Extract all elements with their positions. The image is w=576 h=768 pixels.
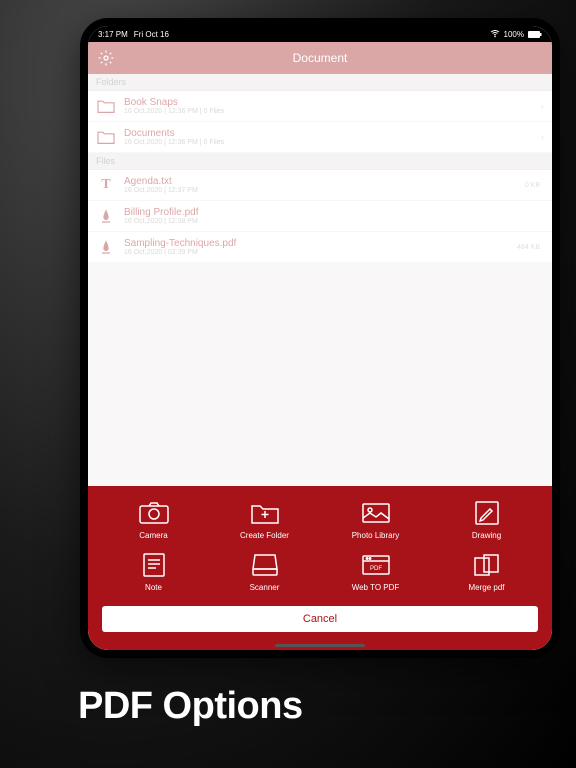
- file-row[interactable]: Sampling-Techniques.pdf 16 Oct,2020 | 02…: [88, 232, 552, 263]
- text-file-icon: T: [96, 175, 116, 195]
- chevron-right-icon: ›: [541, 132, 544, 143]
- action-label: Scanner: [250, 583, 280, 592]
- pencil-icon: [471, 500, 503, 526]
- action-label: Drawing: [472, 531, 501, 540]
- action-merge-pdf[interactable]: Merge pdf: [435, 552, 538, 592]
- folder-icon: [96, 96, 116, 116]
- section-files: Files: [88, 153, 552, 170]
- folder-meta: 16 Oct,2020 | 12:36 PM | 0 Files: [124, 139, 541, 146]
- nav-title: Document: [293, 51, 348, 65]
- photo-icon: [360, 500, 392, 526]
- action-web-to-pdf[interactable]: PDF Web TO PDF: [324, 552, 427, 592]
- svg-text:PDF: PDF: [370, 566, 382, 572]
- folder-row[interactable]: Book Snaps 16 Oct,2020 | 12:36 PM | 0 Fi…: [88, 91, 552, 122]
- file-row[interactable]: T Agenda.txt 16 Oct,2020 | 12:37 PM 0 KB: [88, 170, 552, 201]
- file-name: Sampling-Techniques.pdf: [124, 238, 517, 249]
- cancel-button[interactable]: Cancel: [102, 606, 538, 632]
- action-label: Camera: [139, 531, 167, 540]
- file-meta: 16 Oct,2020 | 12:38 PM: [124, 218, 540, 225]
- camera-icon: [138, 500, 170, 526]
- action-sheet: Camera Create Folder Photo Library: [88, 486, 552, 650]
- gear-icon[interactable]: [98, 50, 114, 66]
- status-bar: 3:17 PM Fri Oct 16 100%: [88, 26, 552, 42]
- pdf-file-icon: [96, 206, 116, 226]
- file-name: Agenda.txt: [124, 176, 525, 187]
- action-photo-library[interactable]: Photo Library: [324, 500, 427, 540]
- action-label: Merge pdf: [468, 583, 504, 592]
- action-label: Web TO PDF: [352, 583, 400, 592]
- pdf-file-icon: [96, 237, 116, 257]
- chevron-right-icon: ›: [541, 101, 544, 112]
- action-note[interactable]: Note: [102, 552, 205, 592]
- folder-meta: 16 Oct,2020 | 12:36 PM | 0 Files: [124, 108, 541, 115]
- action-scanner[interactable]: Scanner: [213, 552, 316, 592]
- merge-icon: [471, 552, 503, 578]
- file-size: 484 KB: [517, 244, 540, 251]
- section-folders: Folders: [88, 74, 552, 91]
- file-name: Billing Profile.pdf: [124, 207, 540, 218]
- battery-icon: [528, 31, 542, 38]
- home-indicator[interactable]: [275, 644, 365, 647]
- scanner-icon: [249, 552, 281, 578]
- folder-row[interactable]: Documents 16 Oct,2020 | 12:36 PM | 0 Fil…: [88, 122, 552, 153]
- action-drawing[interactable]: Drawing: [435, 500, 538, 540]
- status-time: 3:17 PM: [98, 30, 128, 39]
- status-date: Fri Oct 16: [134, 30, 169, 39]
- file-row[interactable]: Billing Profile.pdf 16 Oct,2020 | 12:38 …: [88, 201, 552, 232]
- file-meta: 16 Oct,2020 | 02:39 PM: [124, 249, 517, 256]
- wifi-icon: [490, 30, 500, 38]
- status-battery-pct: 100%: [504, 30, 524, 39]
- action-label: Note: [145, 583, 162, 592]
- screen: 3:17 PM Fri Oct 16 100% Document Folders: [88, 26, 552, 650]
- action-label: Create Folder: [240, 531, 289, 540]
- file-size: 0 KB: [525, 182, 540, 189]
- folder-name: Documents: [124, 128, 541, 139]
- note-icon: [138, 552, 170, 578]
- folder-plus-icon: [249, 500, 281, 526]
- folder-icon: [96, 127, 116, 147]
- action-label: Photo Library: [352, 531, 400, 540]
- tablet-frame: 3:17 PM Fri Oct 16 100% Document Folders: [80, 18, 560, 658]
- web-pdf-icon: PDF: [360, 552, 392, 578]
- file-meta: 16 Oct,2020 | 12:37 PM: [124, 187, 525, 194]
- action-create-folder[interactable]: Create Folder: [213, 500, 316, 540]
- nav-bar: Document: [88, 42, 552, 74]
- folder-name: Book Snaps: [124, 97, 541, 108]
- marketing-caption: PDF Options: [78, 685, 303, 728]
- action-camera[interactable]: Camera: [102, 500, 205, 540]
